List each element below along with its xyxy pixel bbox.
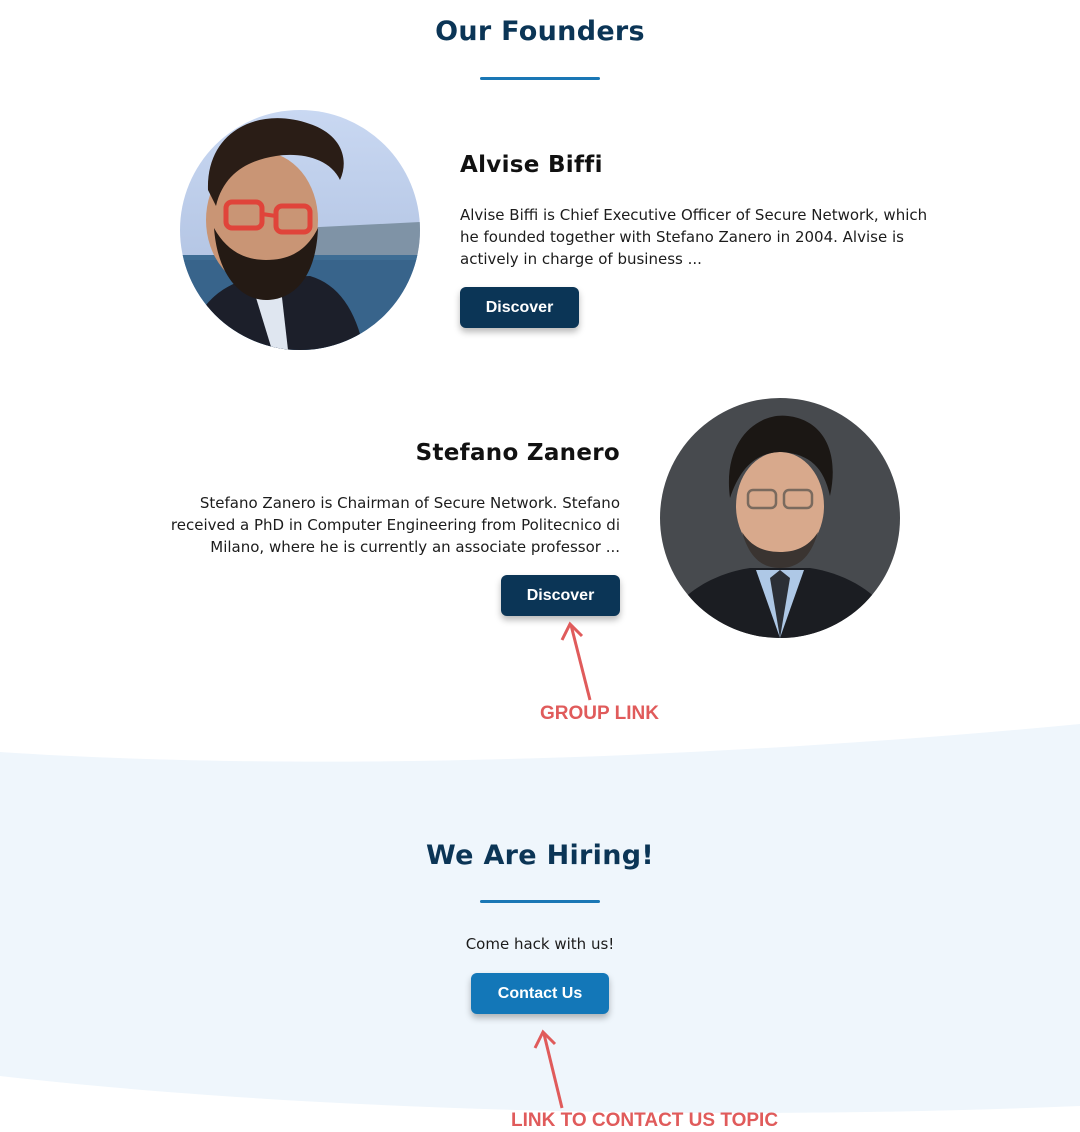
group-link-annotation: GROUP LINK [540, 703, 659, 724]
founder-name-stefano: Stefano Zanero [415, 440, 620, 466]
contact-us-button[interactable]: Contact Us [471, 973, 609, 1014]
founders-title-underline [480, 77, 600, 80]
founders-title: Our Founders [435, 16, 645, 47]
stefano-zanero-photo [660, 398, 900, 638]
founder-name-alvise: Alvise Biffi [460, 152, 603, 178]
founder-bio-alvise: Alvise Biffi is Chief Executive Officer … [460, 206, 928, 268]
hiring-tagline: Come hack with us! [465, 935, 615, 953]
discover-button-stefano[interactable]: Discover [501, 575, 620, 616]
discover-button-alvise[interactable]: Discover [460, 287, 579, 328]
founder-bio-stefano: Stefano Zanero is Chairman of Secure Net… [170, 494, 620, 556]
hiring-title: We Are Hiring! [426, 840, 654, 871]
hiring-title-underline [480, 900, 600, 903]
alvise-biffi-photo [180, 110, 420, 350]
contact-link-annotation: LINK TO CONTACT US TOPIC [511, 1110, 779, 1131]
hiring-section-background [0, 724, 1080, 1114]
